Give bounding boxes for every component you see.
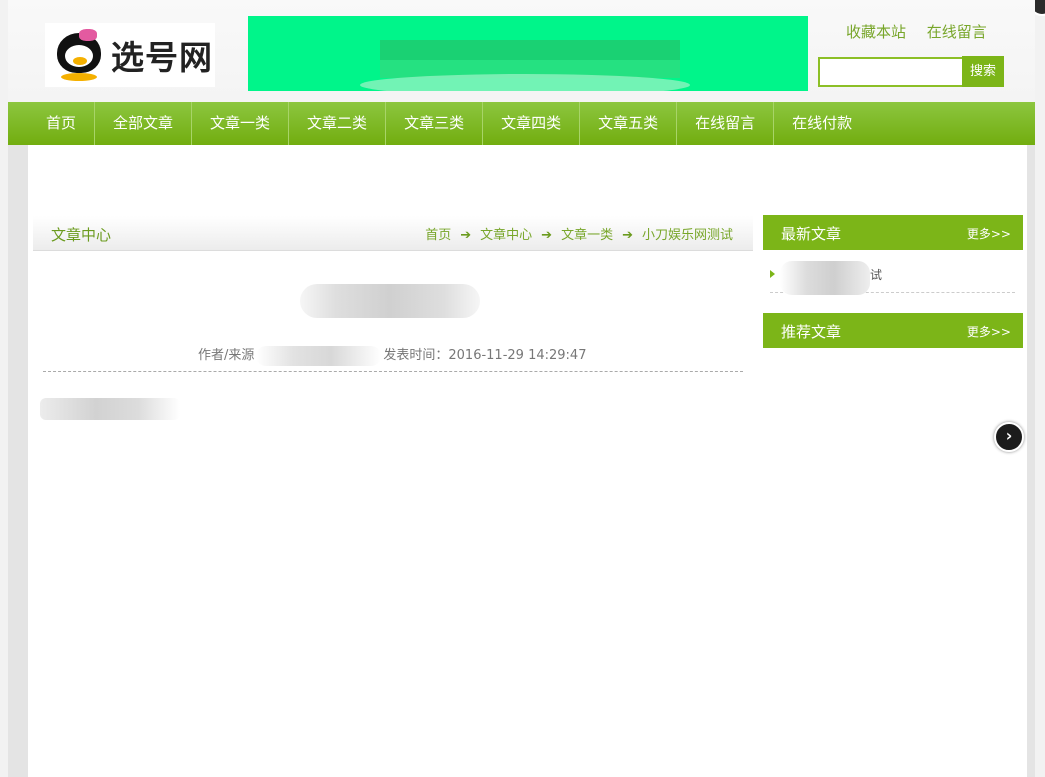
latest-articles-title: 最新文章 [781,225,842,243]
publish-time: 发表时间：2016-11-29 14:29:47 [383,348,587,363]
author-label: 作者/来源 [198,348,255,363]
article-header-bar: 文章中心 首页 ➔ 文章中心 ➔ 文章一类 ➔ 小刀娱乐网测试 [33,216,753,251]
header-banner[interactable] [248,16,808,91]
left-gutter [8,145,28,777]
nav-item-all-articles[interactable]: 全部文章 [95,102,193,145]
top-links: 收藏本站 在线留言 [846,21,1003,42]
bookmark-link[interactable]: 收藏本站 [846,23,906,41]
breadcrumb-home[interactable]: 首页 [425,228,451,243]
nav-item-category-5[interactable]: 文章五类 [580,102,678,145]
nav-item-message[interactable]: 在线留言 [677,102,775,145]
search-button[interactable]: 搜索 [962,56,1004,87]
search-input[interactable] [818,57,966,87]
site-logo[interactable]: 选号网 [45,23,215,87]
meta-divider [43,371,743,372]
arrow-right-icon: ➔ [622,228,633,243]
nav-item-category-3[interactable]: 文章三类 [386,102,484,145]
section-title: 文章中心 [51,226,112,244]
nav-item-category-2[interactable]: 文章二类 [289,102,387,145]
item-title-redacted [780,261,870,295]
list-item[interactable]: 试 [770,258,1015,295]
article-title-redacted [300,284,480,318]
penguin-mascot-icon [51,27,107,83]
logo-text: 选号网 [111,38,213,77]
nav-item-home[interactable]: 首页 [28,102,96,145]
arrow-right-icon: ➔ [460,228,472,243]
bullet-icon [770,270,775,278]
item-title-tail: 试 [870,268,883,282]
recommended-articles-header: 推荐文章 更多>> [763,313,1023,348]
article-meta: 作者/来源 发表时间：2016-11-29 14:29:47 [198,344,586,366]
latest-more-link[interactable]: 更多>> [967,225,1011,242]
breadcrumb: 首页 ➔ 文章中心 ➔ 文章一类 ➔ 小刀娱乐网测试 [425,224,733,243]
article-body-redacted [40,398,180,420]
message-link[interactable]: 在线留言 [927,23,987,41]
breadcrumb-category[interactable]: 文章一类 [561,228,613,243]
breadcrumb-current: 小刀娱乐网测试 [641,228,733,243]
recommended-articles-title: 推荐文章 [781,323,842,341]
main-nav: 首页 全部文章 文章一类 文章二类 文章三类 文章四类 文章五类 在线留言 在线… [8,102,1035,145]
breadcrumb-article-center[interactable]: 文章中心 [480,228,532,243]
recommended-more-link[interactable]: 更多>> [967,323,1011,340]
author-redacted [256,345,382,366]
nav-item-category-4[interactable]: 文章四类 [483,102,581,145]
chevron-right-icon[interactable]: › [994,422,1024,452]
latest-articles-header: 最新文章 更多>> [763,215,1023,250]
nav-item-payment[interactable]: 在线付款 [774,102,870,145]
nav-item-category-1[interactable]: 文章一类 [192,102,290,145]
arrow-right-icon: ➔ [541,228,553,243]
right-gutter [1027,145,1035,777]
